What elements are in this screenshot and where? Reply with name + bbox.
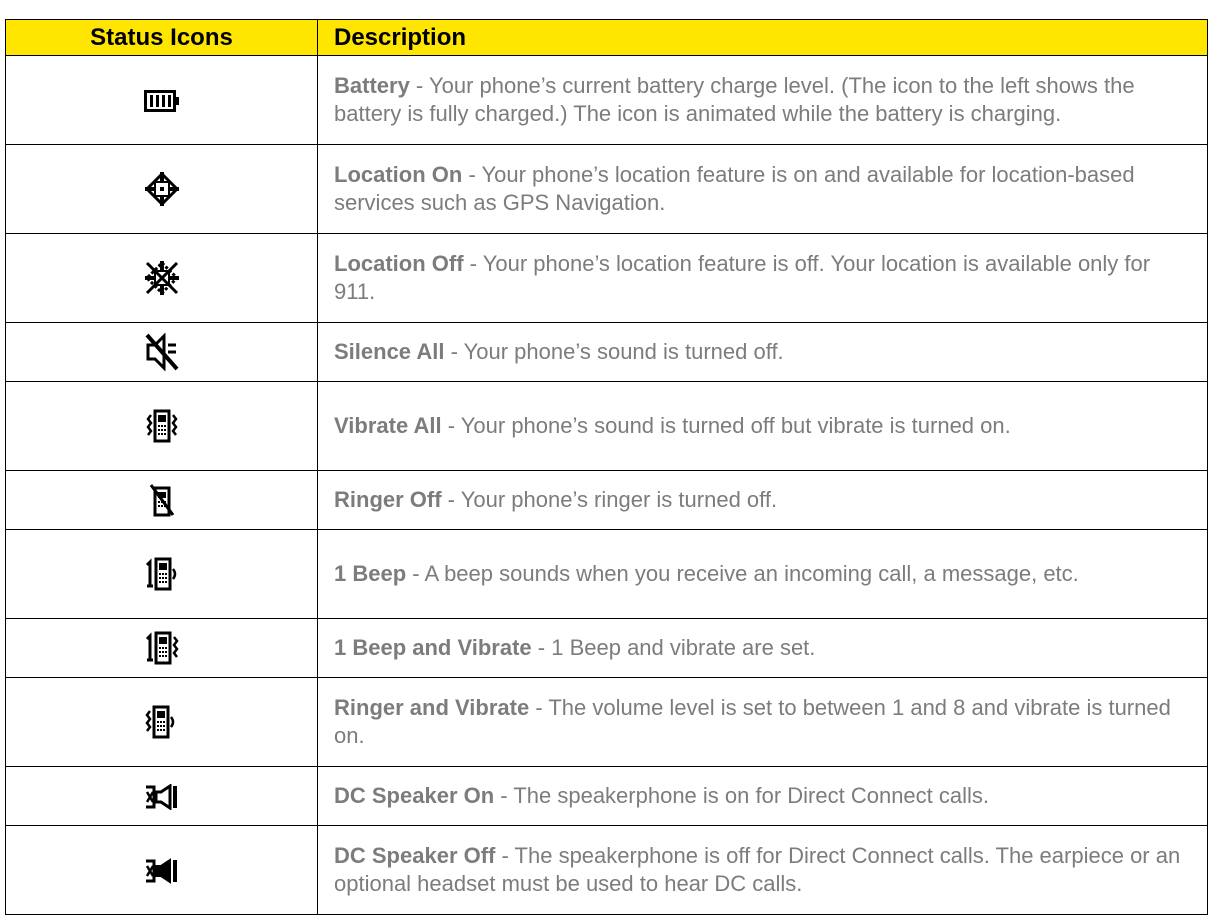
- location-off-icon: [144, 261, 179, 295]
- table-header-row: Status Icons Description: [5, 19, 1208, 56]
- dc-speaker-off-icon: [145, 857, 177, 884]
- row-term: 1 Beep and Vibrate: [334, 635, 532, 660]
- table-row: Ringer Off - Your phone’s ringer is turn…: [5, 470, 1208, 530]
- table-row: Location On - Your phone’s location feat…: [5, 144, 1208, 234]
- row-term: Battery: [334, 73, 410, 98]
- battery-full-icon: [143, 90, 179, 113]
- row-term: Location On: [334, 162, 463, 187]
- ringer-off-icon: [149, 484, 174, 517]
- table-row: 1 Beep - A beep sounds when you receive …: [5, 529, 1208, 619]
- row-description: Your phone’s sound is turned off but vib…: [460, 413, 1011, 438]
- status-icons-table: Status Icons Description Battery - Your …: [5, 19, 1208, 915]
- vibrate-all-icon: [145, 409, 178, 443]
- row-term: DC Speaker On: [334, 783, 495, 808]
- silence-all-icon: [145, 333, 178, 371]
- one-beep-vibrate-icon: [145, 631, 179, 665]
- row-description: Your phone’s ringer is turned off.: [460, 487, 778, 512]
- row-term: Ringer and Vibrate: [334, 695, 530, 720]
- table-row: Silence All - Your phone’s sound is turn…: [5, 322, 1208, 382]
- row-term: Vibrate All: [334, 413, 442, 438]
- ringer-vibrate-icon: [144, 705, 174, 739]
- row-term: Silence All: [334, 339, 445, 364]
- row-description: Your phone’s current battery charge leve…: [334, 73, 1135, 126]
- dc-speaker-on-icon: [145, 783, 177, 810]
- row-description: A beep sounds when you receive an incomi…: [424, 561, 1079, 586]
- header-description: Description: [317, 19, 1208, 56]
- row-description: The speakerphone is on for Direct Connec…: [513, 783, 990, 808]
- one-beep-icon: [145, 557, 176, 591]
- row-description: 1 Beep and vibrate are set.: [551, 635, 816, 660]
- row-term: Ringer Off: [334, 487, 442, 512]
- table-row: 1 Beep and Vibrate - 1 Beep and vibrate …: [5, 618, 1208, 678]
- table-row: Battery - Your phone’s current battery c…: [5, 55, 1208, 145]
- row-description: Your phone’s sound is turned off.: [463, 339, 784, 364]
- header-status-icons: Status Icons: [5, 19, 318, 56]
- table-row: DC Speaker Off - The speakerphone is off…: [5, 825, 1208, 915]
- table-row: Vibrate All - Your phone’s sound is turn…: [5, 381, 1208, 471]
- table-row: DC Speaker On - The speakerphone is on f…: [5, 766, 1208, 826]
- row-term: DC Speaker Off: [334, 843, 496, 868]
- table-row: Location Off - Your phone’s location fea…: [5, 233, 1208, 323]
- location-on-icon: [144, 172, 179, 206]
- row-term: Location Off: [334, 251, 464, 276]
- table-row: Ringer and Vibrate - The volume level is…: [5, 677, 1208, 767]
- row-term: 1 Beep: [334, 561, 407, 586]
